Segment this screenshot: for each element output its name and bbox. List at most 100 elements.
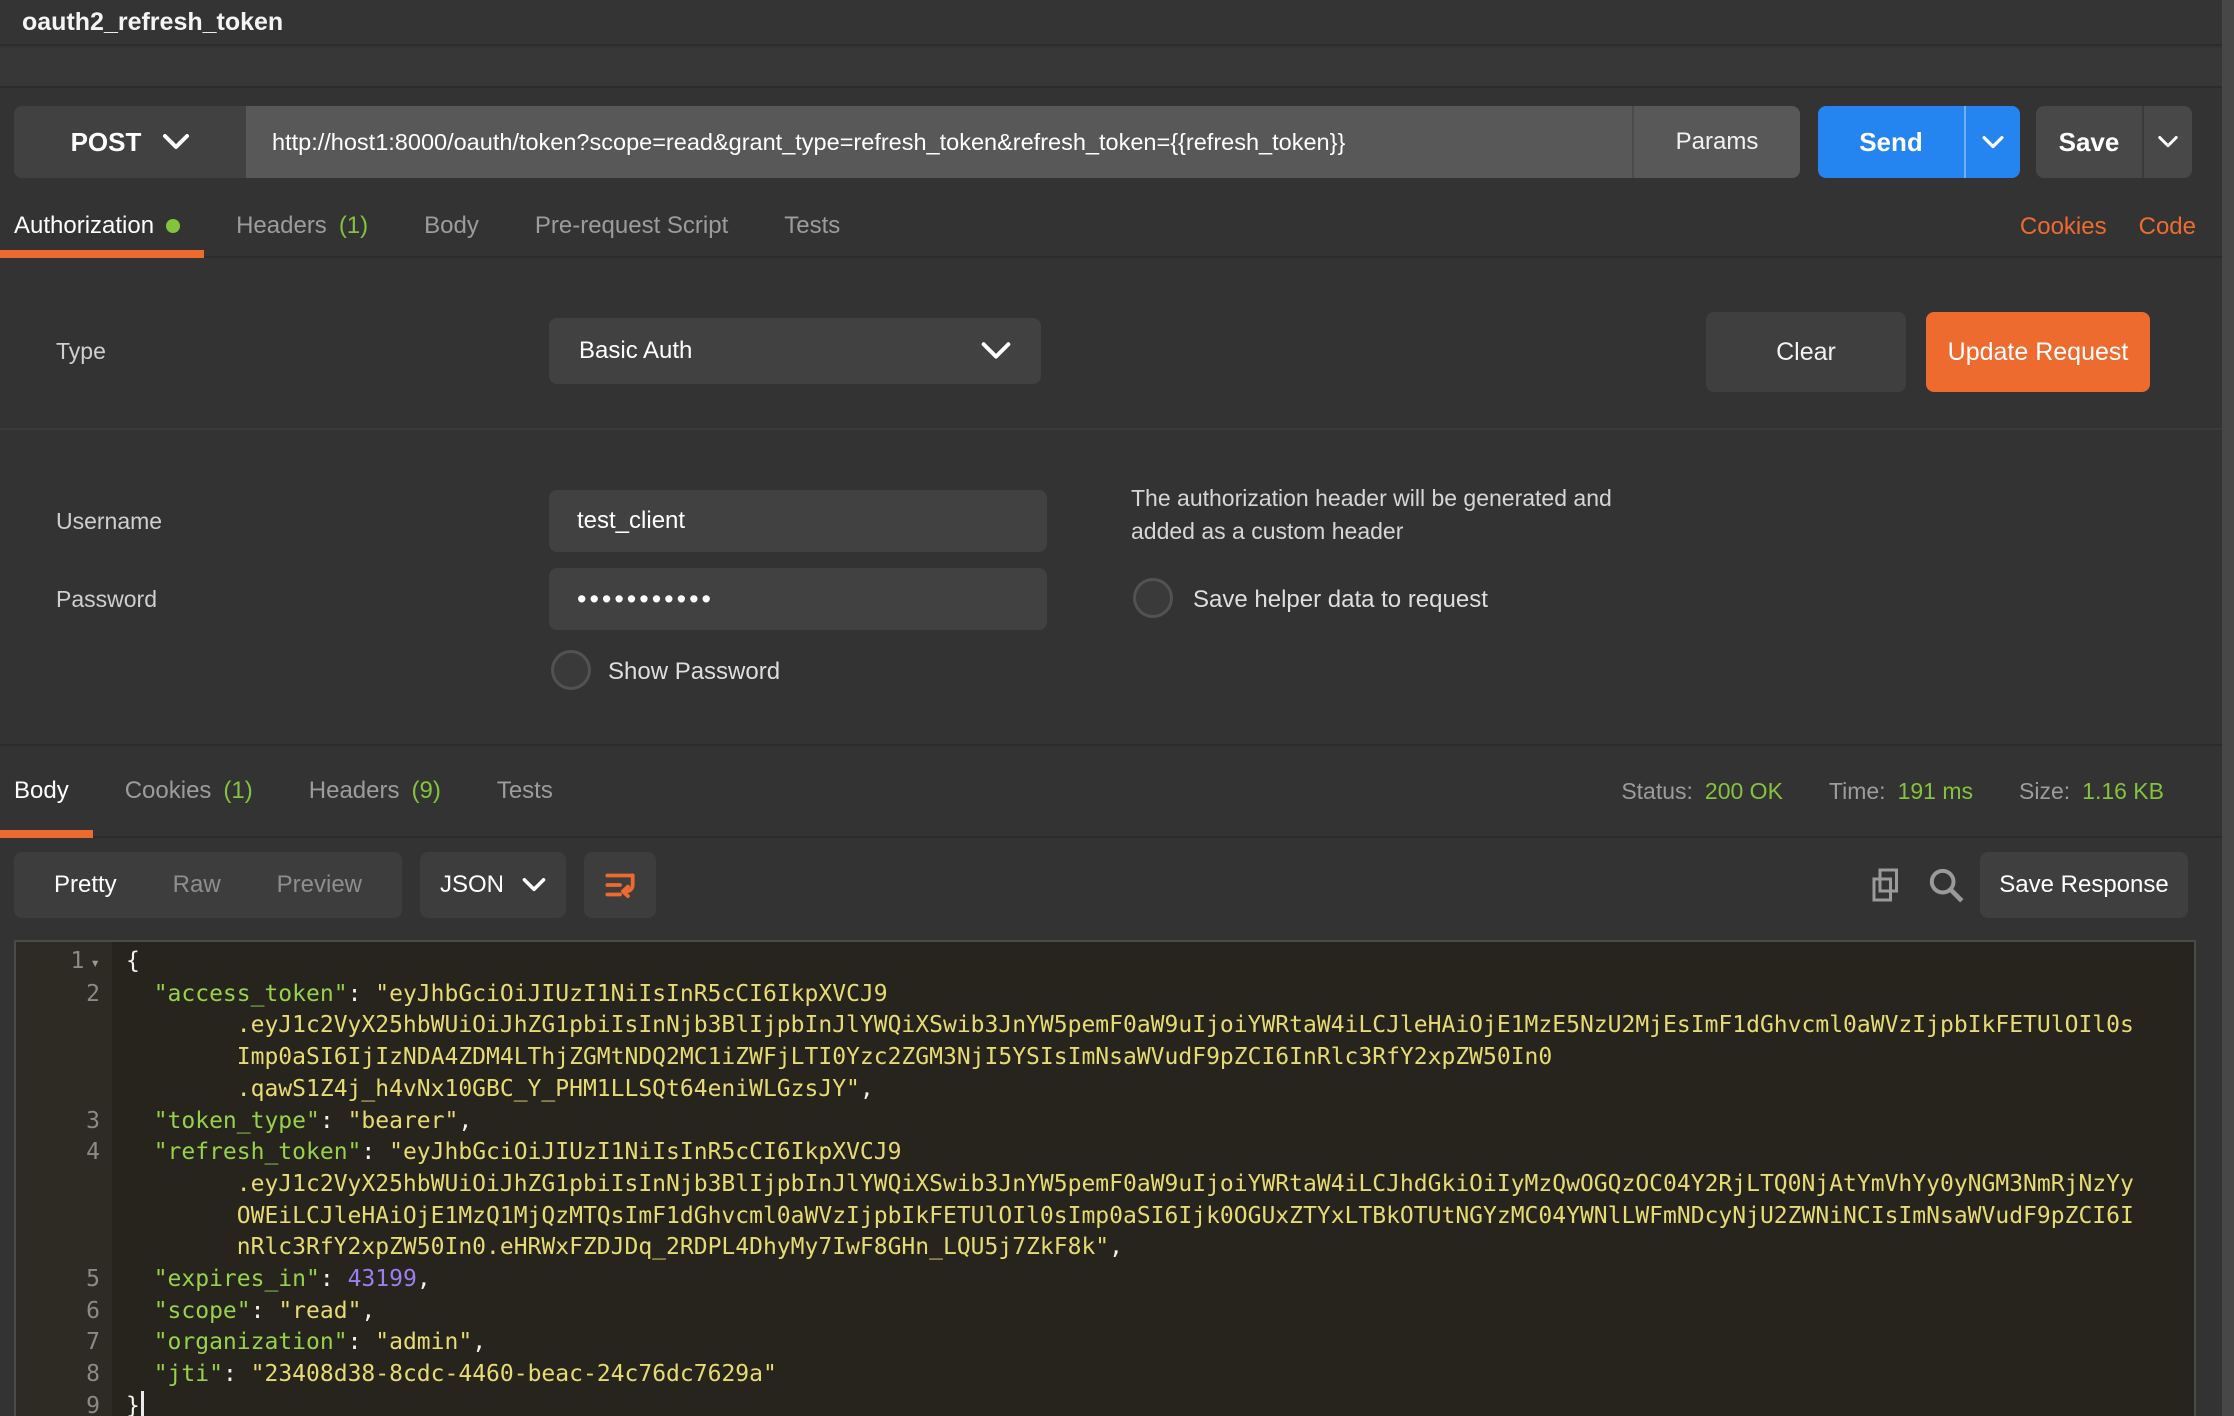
tab-response-headers[interactable]: Headers (9) [281,746,469,836]
show-password-radio[interactable] [551,650,591,690]
send-button-group: Send [1818,106,2020,178]
line-number [16,1042,112,1074]
code-line: Imp0aSI6IjIzNDA4ZDM4LThjZGMtNDQ2MC1iZWFj… [16,1042,2194,1074]
request-links: Cookies Code [2020,196,2196,258]
auth-helper-note: The authorization header will be generat… [1131,482,1612,548]
headers-count-badge: (1) [339,212,368,240]
username-label: Username [56,508,162,535]
section-divider [0,428,2234,430]
tab-prerequest-script[interactable]: Pre-request Script [507,196,756,256]
tab-tests[interactable]: Tests [756,196,868,256]
time-value: 191 ms [1898,778,1973,805]
line-number: 9 [16,1391,112,1416]
raw-tab[interactable]: Raw [173,871,221,899]
line-number [16,1232,112,1264]
line-number [16,1201,112,1233]
preview-tab[interactable]: Preview [277,871,362,899]
status-value: 200 OK [1705,778,1783,805]
clear-button[interactable]: Clear [1706,312,1906,392]
code-line: 8"jti": "23408d38-8cdc-4460-beac-24c76dc… [16,1359,2194,1391]
line-number: 2 [16,979,112,1011]
tab-headers[interactable]: Headers (1) [208,196,396,256]
tab-response-tests[interactable]: Tests [469,746,581,836]
code-link[interactable]: Code [2139,213,2196,241]
code-line: 1▾{ [16,946,2194,979]
format-select[interactable]: JSON [420,852,566,918]
chevron-down-icon [163,134,189,150]
send-options-button[interactable] [1964,106,2020,178]
code-line: nRlc3RfY2xpZW50In0.eHRWxFZDJDq_2RDPL4Dhy… [16,1232,2194,1264]
code-line: 7"organization": "admin", [16,1327,2194,1359]
tab-body[interactable]: Body [396,196,507,256]
line-number: 3 [16,1106,112,1138]
pretty-tab[interactable]: Pretty [54,871,117,899]
username-field[interactable]: test_client [549,490,1047,552]
code-line: OWEiLCJleHAiOjE1MzQ1MjQzMTQsImF1dGhvcml0… [16,1201,2194,1233]
text-cursor [141,1391,144,1416]
search-response-button[interactable] [1923,863,1969,907]
toolbar-strip [0,48,2234,88]
code-line: 3"token_type": "bearer", [16,1106,2194,1138]
line-number: 4 [16,1137,112,1169]
chevron-down-icon [981,342,1011,360]
save-button[interactable]: Save [2036,106,2142,178]
size-indicator: Size: 1.16 KB [2019,778,2164,805]
chevron-down-icon [2158,136,2178,148]
request-bar: POST Params Send Save [0,106,2234,178]
line-number: 1▾ [16,946,112,979]
code-line: 2"access_token": "eyJhbGciOiJIUzI1NiIsIn… [16,979,2194,1011]
cookies-link[interactable]: Cookies [2020,213,2107,241]
code-line: .eyJ1c2VyX25hbWUiOiJhZG1pbiIsInNjb3BlIjp… [16,1169,2194,1201]
line-number: 6 [16,1296,112,1328]
line-number [16,1169,112,1201]
wrap-lines-button[interactable] [584,852,656,918]
line-number: 5 [16,1264,112,1296]
params-button[interactable]: Params [1632,106,1800,178]
search-icon [1926,865,1966,905]
chevron-down-icon [1982,136,2004,149]
type-label: Type [56,338,106,365]
page-title: oauth2_refresh_token [22,8,283,37]
response-meta: Status: 200 OK Time: 191 ms Size: 1.16 K… [1621,744,2164,838]
auth-active-dot [166,219,180,233]
method-label: POST [71,127,142,158]
copy-response-button[interactable] [1863,863,1909,907]
tab-response-body[interactable]: Body [14,746,97,836]
status-indicator: Status: 200 OK [1621,778,1783,805]
auth-type-select[interactable]: Basic Auth [549,318,1041,384]
url-input[interactable] [272,129,1606,156]
response-toolbar: Pretty Raw Preview JSON Save Response [14,852,2220,918]
password-masked-value: ••••••••••• [577,568,714,630]
chevron-down-icon [522,878,546,892]
tab-response-cookies[interactable]: Cookies (1) [97,746,281,836]
save-helper-radio[interactable] [1133,578,1173,618]
tab-authorization[interactable]: Authorization [14,196,208,256]
send-button[interactable]: Send [1818,106,1964,178]
show-password-label: Show Password [608,658,780,686]
code-line: 9} [16,1391,2194,1416]
password-label: Password [56,586,157,613]
method-select[interactable]: POST [14,106,246,178]
fold-toggle-icon[interactable]: ▾ [90,953,100,972]
response-body-viewer[interactable]: 1▾{2"access_token": "eyJhbGciOiJIUzI1NiI… [14,940,2196,1416]
update-request-button[interactable]: Update Request [1926,312,2150,392]
save-helper-label: Save helper data to request [1193,586,1488,614]
save-button-group: Save [2036,106,2192,178]
save-response-button[interactable]: Save Response [1980,852,2188,918]
password-field[interactable]: ••••••••••• [549,568,1047,630]
code-line: 5"expires_in": 43199, [16,1264,2194,1296]
window-scrollbar[interactable] [2222,0,2234,1416]
line-number [16,1010,112,1042]
line-number: 8 [16,1359,112,1391]
request-tabs: Authorization Headers (1) Body Pre-reque… [0,196,2234,258]
code-line: .qawS1Z4j_h4vNx10GBC_Y_PHM1LLSQt64eniWLG… [16,1074,2194,1106]
code-line: .eyJ1c2VyX25hbWUiOiJhZG1pbiIsInNjb3BlIjp… [16,1010,2194,1042]
size-value: 1.16 KB [2082,778,2164,805]
response-headers-count-badge: (9) [411,777,440,805]
code-line: 6"scope": "read", [16,1296,2194,1328]
cookies-count-badge: (1) [223,777,252,805]
view-mode-switch: Pretty Raw Preview [14,852,402,918]
request-title-bar: oauth2_refresh_token [0,0,2234,46]
save-options-button[interactable] [2142,106,2192,178]
line-number [16,1074,112,1106]
